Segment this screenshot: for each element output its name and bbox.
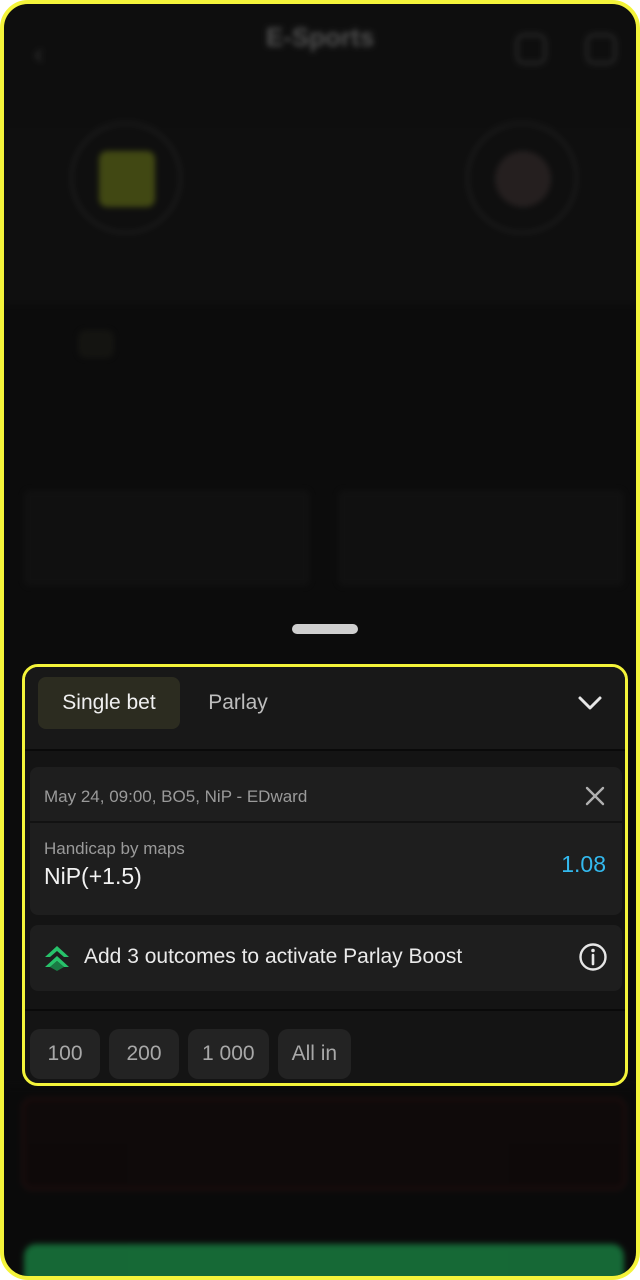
tab-single-bet[interactable]: Single bet — [38, 677, 180, 729]
amount-chip-1000[interactable]: 1 000 — [188, 1029, 269, 1079]
info-icon[interactable] — [578, 942, 608, 972]
phone-frame: ‹ E-Sports Single bet Parlay May 24, 09:… — [0, 0, 640, 1280]
market-tab — [132, 330, 168, 358]
parlay-boost-text: Add 3 outcomes to activate Parlay Boost — [84, 945, 463, 968]
market-tab — [24, 330, 60, 358]
bet-outcome: NiP(+1.5) — [44, 863, 142, 889]
team-right-logo — [495, 151, 551, 207]
tab-parlay[interactable]: Parlay — [195, 677, 281, 729]
stake-input-box — [22, 1098, 626, 1190]
odds-cell — [338, 490, 624, 586]
bet-slip-panel: Single bet Parlay May 24, 09:00, BO5, Ni… — [22, 664, 628, 1086]
menu-icon — [586, 34, 616, 64]
card-divider — [30, 821, 622, 823]
chevron-down-icon[interactable] — [575, 689, 605, 717]
bet-selection-card: May 24, 09:00, BO5, NiP - EDward Handica… — [30, 767, 622, 915]
place-bet-button — [24, 1244, 624, 1276]
market-tab — [186, 330, 222, 358]
divider — [25, 1009, 625, 1011]
team-left-badge — [70, 122, 182, 234]
team-left-logo — [99, 151, 155, 207]
market-tab — [78, 330, 114, 358]
favorite-icon — [516, 34, 546, 64]
bet-type-tabs: Single bet Parlay — [25, 667, 625, 749]
odds-cell — [24, 490, 310, 586]
amount-chip-all-in[interactable]: All in — [277, 1029, 352, 1079]
market-tab — [240, 330, 276, 358]
amount-chip-200[interactable]: 200 — [109, 1029, 179, 1079]
market-tabs — [24, 330, 276, 358]
bet-event-info: May 24, 09:00, BO5, NiP - EDward — [44, 787, 308, 806]
bet-market-name: Handicap by maps — [44, 839, 185, 858]
close-icon[interactable] — [582, 783, 608, 809]
team-right-badge — [466, 122, 578, 234]
bet-odds[interactable]: 1.08 — [561, 851, 606, 878]
parlay-boost-banner: Add 3 outcomes to activate Parlay Boost — [30, 925, 622, 991]
divider — [25, 749, 625, 751]
quick-amounts: 100 200 1 000 All in — [30, 1029, 352, 1079]
double-chevron-up-icon — [45, 946, 69, 971]
sheet-drag-handle[interactable] — [292, 624, 358, 634]
amount-chip-100[interactable]: 100 — [30, 1029, 100, 1079]
